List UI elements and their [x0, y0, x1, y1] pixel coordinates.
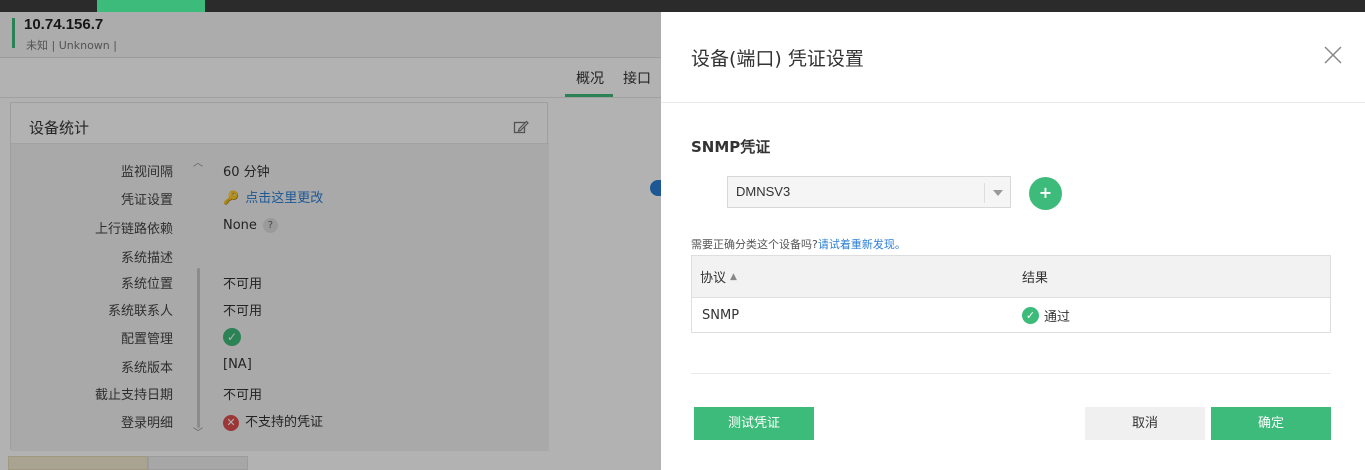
rediscover-note: 需要正确分类这个设备吗?请试着重新发现。 — [691, 236, 906, 252]
select-separator — [984, 183, 985, 203]
panel-header-divider — [661, 102, 1365, 103]
sort-icon[interactable]: ▲ — [730, 272, 737, 282]
add-credential-button[interactable]: + — [1029, 177, 1062, 210]
cancel-button[interactable]: 取消 — [1085, 407, 1205, 440]
column-header-protocol[interactable]: 协议 ▲ — [700, 256, 1000, 297]
top-navigation-bar — [0, 0, 1365, 12]
panel-footer-divider — [691, 373, 1331, 374]
chevron-down-icon[interactable] — [993, 190, 1003, 196]
panel-title: 设备(端口) 凭证设置 — [691, 48, 864, 70]
column-header-result: 结果 — [1022, 271, 1049, 286]
protocol-header-label: 协议 — [700, 271, 727, 286]
snmp-section-title: SNMP凭证 — [691, 138, 771, 156]
result-text: 通过 — [1044, 309, 1071, 325]
cell-result: ✓ 通过 — [1022, 298, 1322, 332]
nav-active-tab[interactable] — [97, 0, 205, 12]
cell-protocol: SNMP — [702, 307, 740, 323]
ok-button[interactable]: 确定 — [1211, 407, 1331, 440]
credential-select[interactable]: DMNSV3 — [727, 176, 1011, 208]
table-header-row: 协议 ▲ 结果 — [692, 256, 1330, 298]
check-circle-icon: ✓ — [1022, 306, 1039, 324]
close-icon[interactable] — [1324, 46, 1342, 64]
rediscover-note-text: 需要正确分类这个设备吗? — [691, 238, 818, 251]
table-row: SNMP ✓ 通过 — [692, 298, 1330, 332]
modal-backdrop[interactable] — [0, 12, 661, 470]
rediscover-link[interactable]: 请试着重新发现。 — [818, 238, 906, 251]
credential-settings-panel: 设备(端口) 凭证设置 SNMP凭证 DMNSV3 + 需要正确分类这个设备吗?… — [661, 12, 1365, 470]
test-credential-button[interactable]: 测试凭证 — [694, 407, 814, 440]
credential-result-table: 协议 ▲ 结果 SNMP ✓ 通过 — [691, 255, 1331, 333]
credential-select-value: DMNSV3 — [736, 184, 791, 199]
